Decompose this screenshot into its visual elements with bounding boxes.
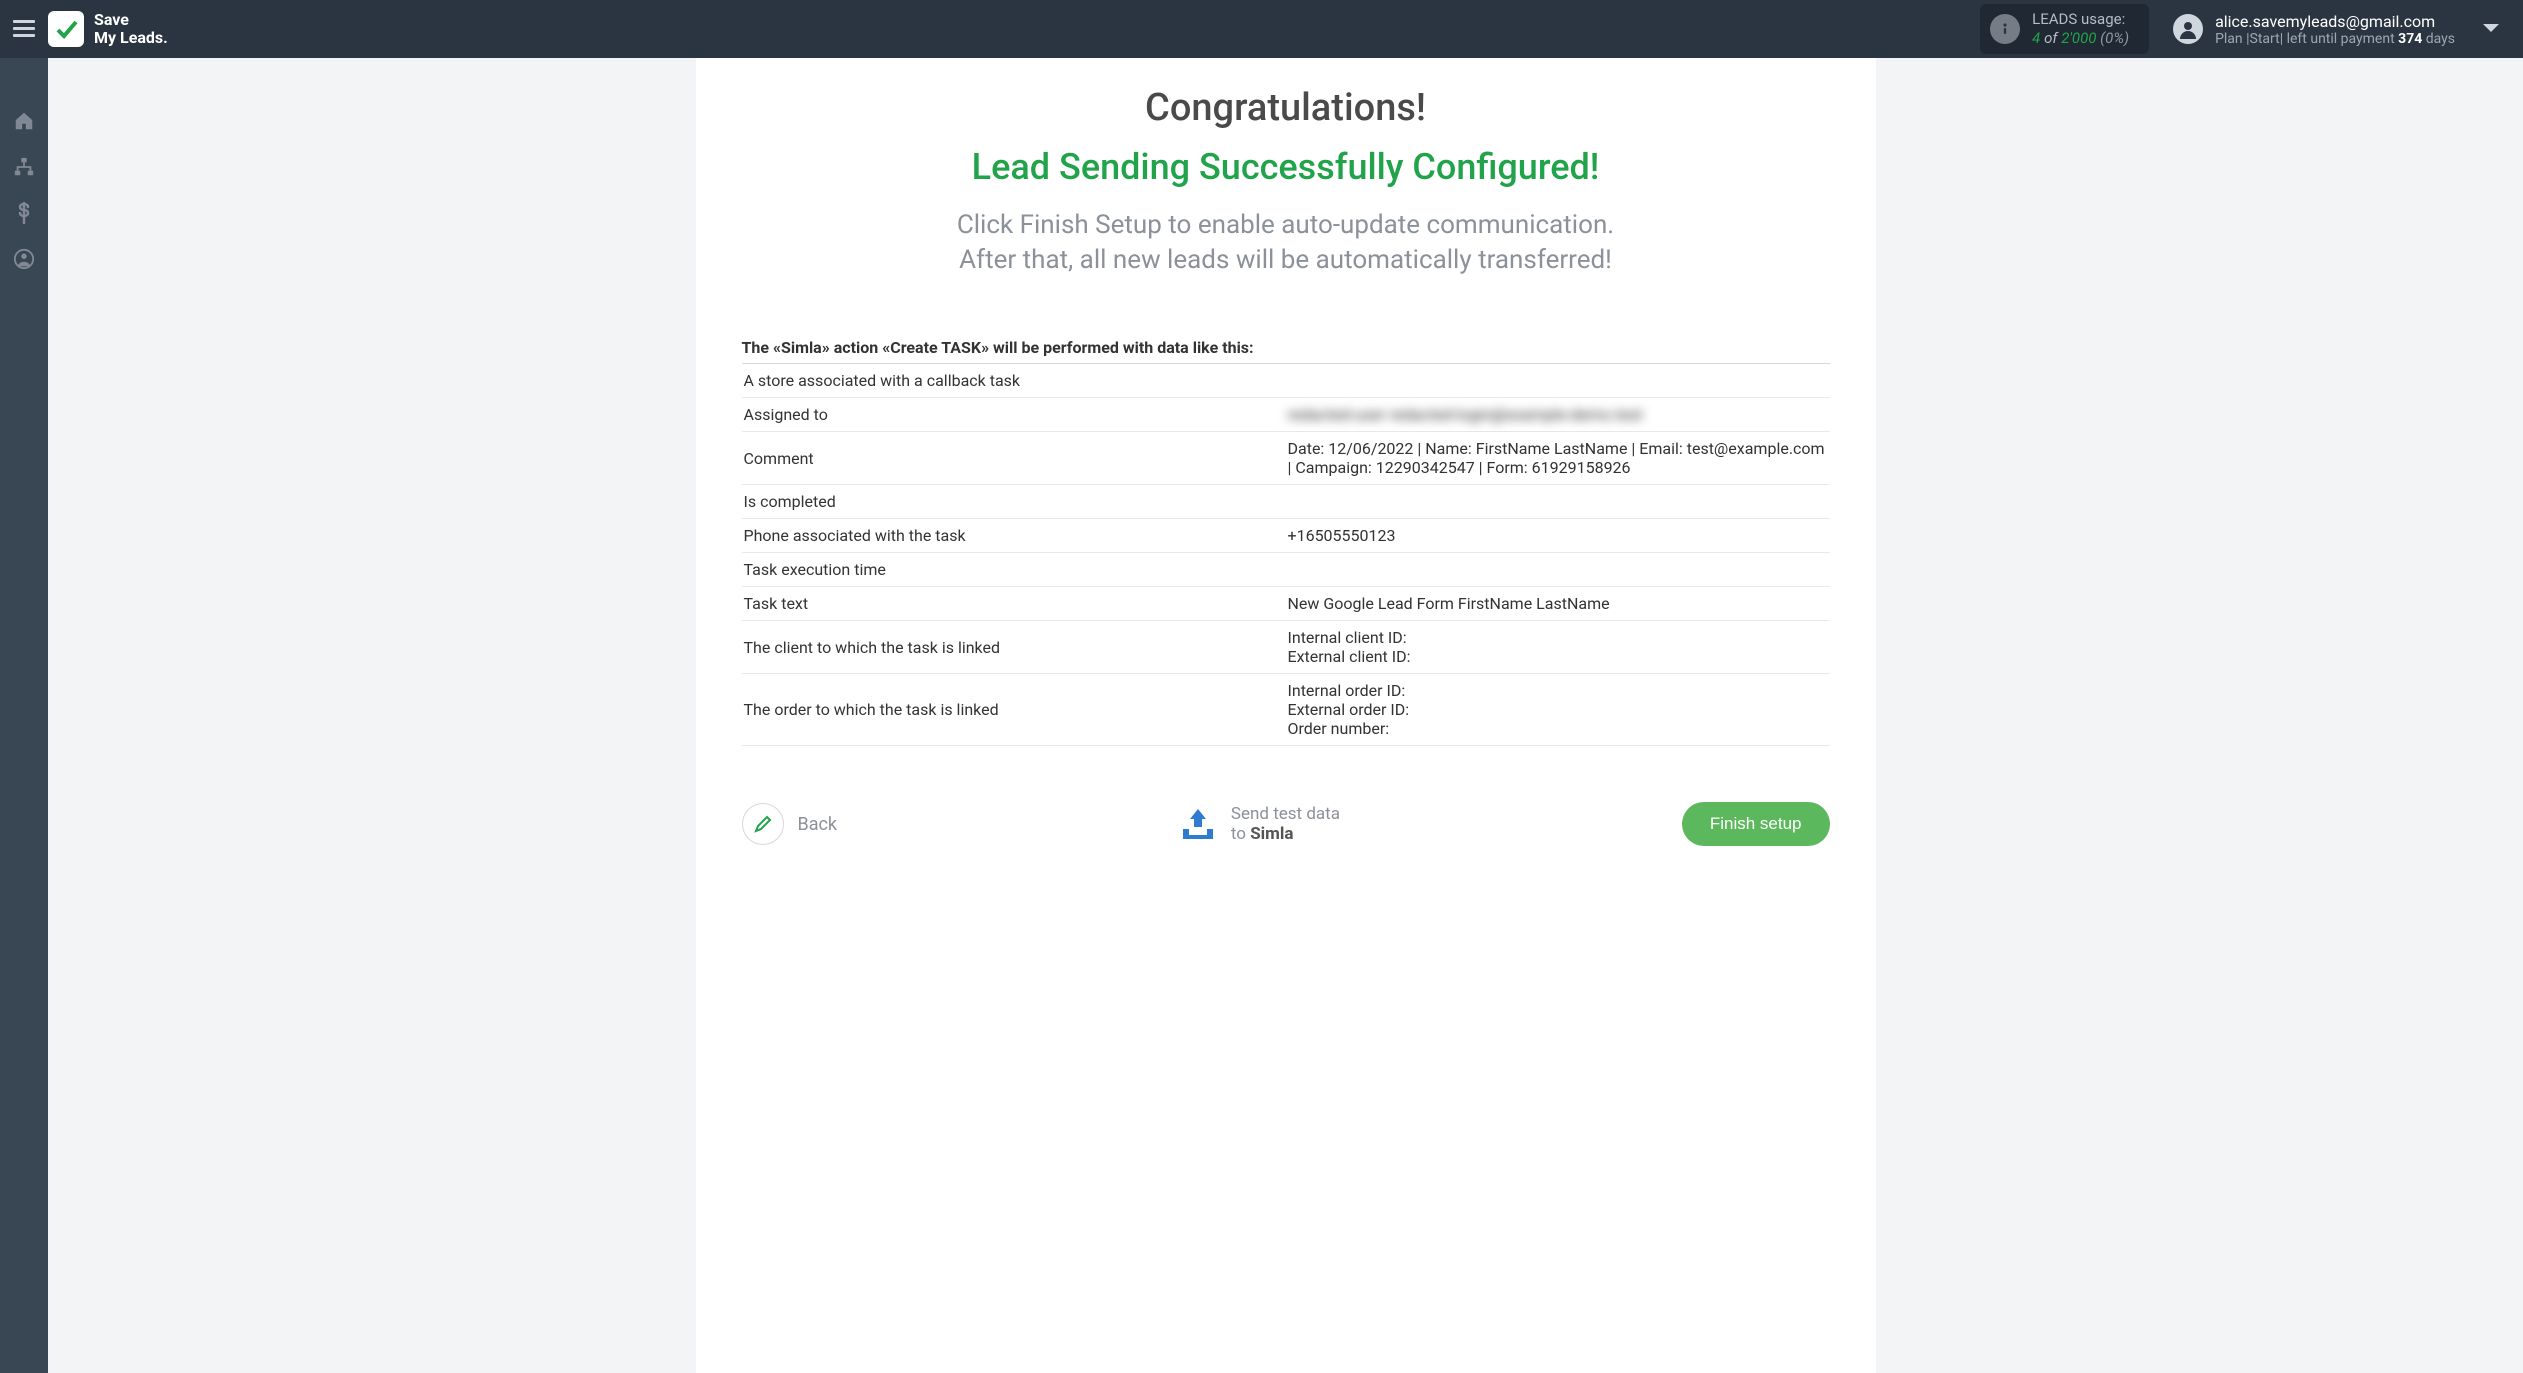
row-value: redacted-user redacted-login@example-dem… [1286, 398, 1830, 432]
plan-days: 374 [2398, 31, 2422, 47]
usage-value: 4 of 2'000 (0%) [2032, 29, 2129, 48]
logo-text: Save My Leads. [94, 11, 168, 46]
sitemap-icon [13, 156, 35, 178]
nav-integrations[interactable] [0, 144, 48, 190]
table-row: The client to which the task is linkedIn… [742, 621, 1830, 674]
usage-used: 4 [2032, 29, 2040, 47]
send-test-text: Send test data to Simla [1231, 804, 1340, 844]
row-label: Task text [742, 587, 1286, 621]
check-icon [54, 17, 78, 41]
send-test-prefix: to [1231, 824, 1250, 844]
table-row: Assigned toredacted-user redacted-login@… [742, 398, 1830, 432]
table-row: Task textNew Google Lead Form FirstName … [742, 587, 1830, 621]
row-value: New Google Lead Form FirstName LastName [1286, 587, 1830, 621]
row-value: +16505550123 [1286, 519, 1830, 553]
success-heading: Lead Sending Successfully Configured! [742, 146, 1830, 188]
logo[interactable]: Save My Leads. [48, 11, 168, 47]
congrats-heading: Congratulations! [742, 86, 1830, 130]
row-label: Is completed [742, 485, 1286, 519]
send-test-button[interactable]: Send test data to Simla [1179, 804, 1340, 844]
nav-home[interactable] [0, 98, 48, 144]
row-label: Comment [742, 432, 1286, 485]
desc-line1: Click Finish Setup to enable auto-update… [906, 208, 1666, 243]
dollar-icon [17, 202, 31, 224]
nav-account[interactable] [0, 236, 48, 282]
logo-line2: My Leads. [94, 29, 168, 47]
table-row: The order to which the task is linkedInt… [742, 674, 1830, 746]
row-value: Internal client ID:External client ID: [1286, 621, 1830, 674]
row-value [1286, 553, 1830, 587]
shell: Congratulations! Lead Sending Successful… [0, 58, 2523, 1373]
row-label: Task execution time [742, 553, 1286, 587]
usage-of: of [2044, 29, 2057, 47]
logo-mark [48, 11, 84, 47]
usage-pct: (0%) [2100, 29, 2129, 47]
usage-panel[interactable]: LEADS usage: 4 of 2'000 (0%) [1980, 4, 2149, 54]
row-label: Assigned to [742, 398, 1286, 432]
usage-total: 2'000 [2061, 29, 2096, 47]
content-panel: Congratulations! Lead Sending Successful… [696, 58, 1876, 1373]
row-label: A store associated with a callback task [742, 364, 1286, 398]
table-row: A store associated with a callback task [742, 364, 1830, 398]
row-value: Internal order ID:External order ID:Orde… [1286, 674, 1830, 746]
pencil-icon [753, 814, 773, 834]
finish-setup-button[interactable]: Finish setup [1682, 802, 1830, 846]
send-test-line1: Send test data [1231, 804, 1340, 824]
row-value [1286, 485, 1830, 519]
avatar-icon [2173, 14, 2203, 44]
main-area: Congratulations! Lead Sending Successful… [48, 58, 2523, 1373]
row-label: The order to which the task is linked [742, 674, 1286, 746]
plan-suffix: days [2422, 31, 2455, 47]
account-info: alice.savemyleads@gmail.com Plan |Start|… [2215, 12, 2455, 47]
back-label: Back [798, 814, 838, 835]
table-row: Phone associated with the task+165055501… [742, 519, 1830, 553]
footer-row: Back Send test data to Simla Finish setu… [742, 802, 1830, 846]
info-icon [1990, 14, 2020, 44]
sidebar [0, 58, 48, 1373]
row-value: Date: 12/06/2022 | Name: FirstName LastN… [1286, 432, 1830, 485]
table-caption: The «Simla» action «Create TASK» will be… [742, 338, 1830, 364]
home-icon [13, 110, 35, 132]
plan-prefix: Plan |Start| left until payment [2215, 31, 2398, 47]
user-icon [13, 248, 35, 270]
menu-toggle-button[interactable] [0, 0, 48, 58]
data-preview-table: A store associated with a callback taskA… [742, 364, 1830, 746]
row-value [1286, 364, 1830, 398]
table-row: CommentDate: 12/06/2022 | Name: FirstNam… [742, 432, 1830, 485]
account-caret[interactable] [2473, 20, 2509, 39]
hamburger-icon [13, 20, 35, 38]
usage-label: LEADS usage: [2032, 10, 2129, 29]
send-test-target: Simla [1250, 824, 1293, 844]
row-label: Phone associated with the task [742, 519, 1286, 553]
usage-text: LEADS usage: 4 of 2'000 (0%) [2032, 10, 2129, 48]
description-text: Click Finish Setup to enable auto-update… [906, 208, 1666, 278]
nav-billing[interactable] [0, 190, 48, 236]
account-email: alice.savemyleads@gmail.com [2215, 12, 2455, 31]
logo-line1: Save [94, 11, 168, 29]
back-icon-circle [742, 803, 784, 845]
account-plan: Plan |Start| left until payment 374 days [2215, 31, 2455, 47]
row-label: The client to which the task is linked [742, 621, 1286, 674]
table-row: Task execution time [742, 553, 1830, 587]
topbar: Save My Leads. LEADS usage: 4 of 2'000 (… [0, 0, 2523, 58]
upload-icon [1179, 807, 1217, 841]
table-row: Is completed [742, 485, 1830, 519]
send-test-line2: to Simla [1231, 824, 1340, 844]
desc-line2: After that, all new leads will be automa… [906, 243, 1666, 278]
back-button[interactable]: Back [742, 803, 838, 845]
account-menu[interactable]: alice.savemyleads@gmail.com Plan |Start|… [2173, 12, 2455, 47]
chevron-down-icon [2482, 23, 2500, 35]
